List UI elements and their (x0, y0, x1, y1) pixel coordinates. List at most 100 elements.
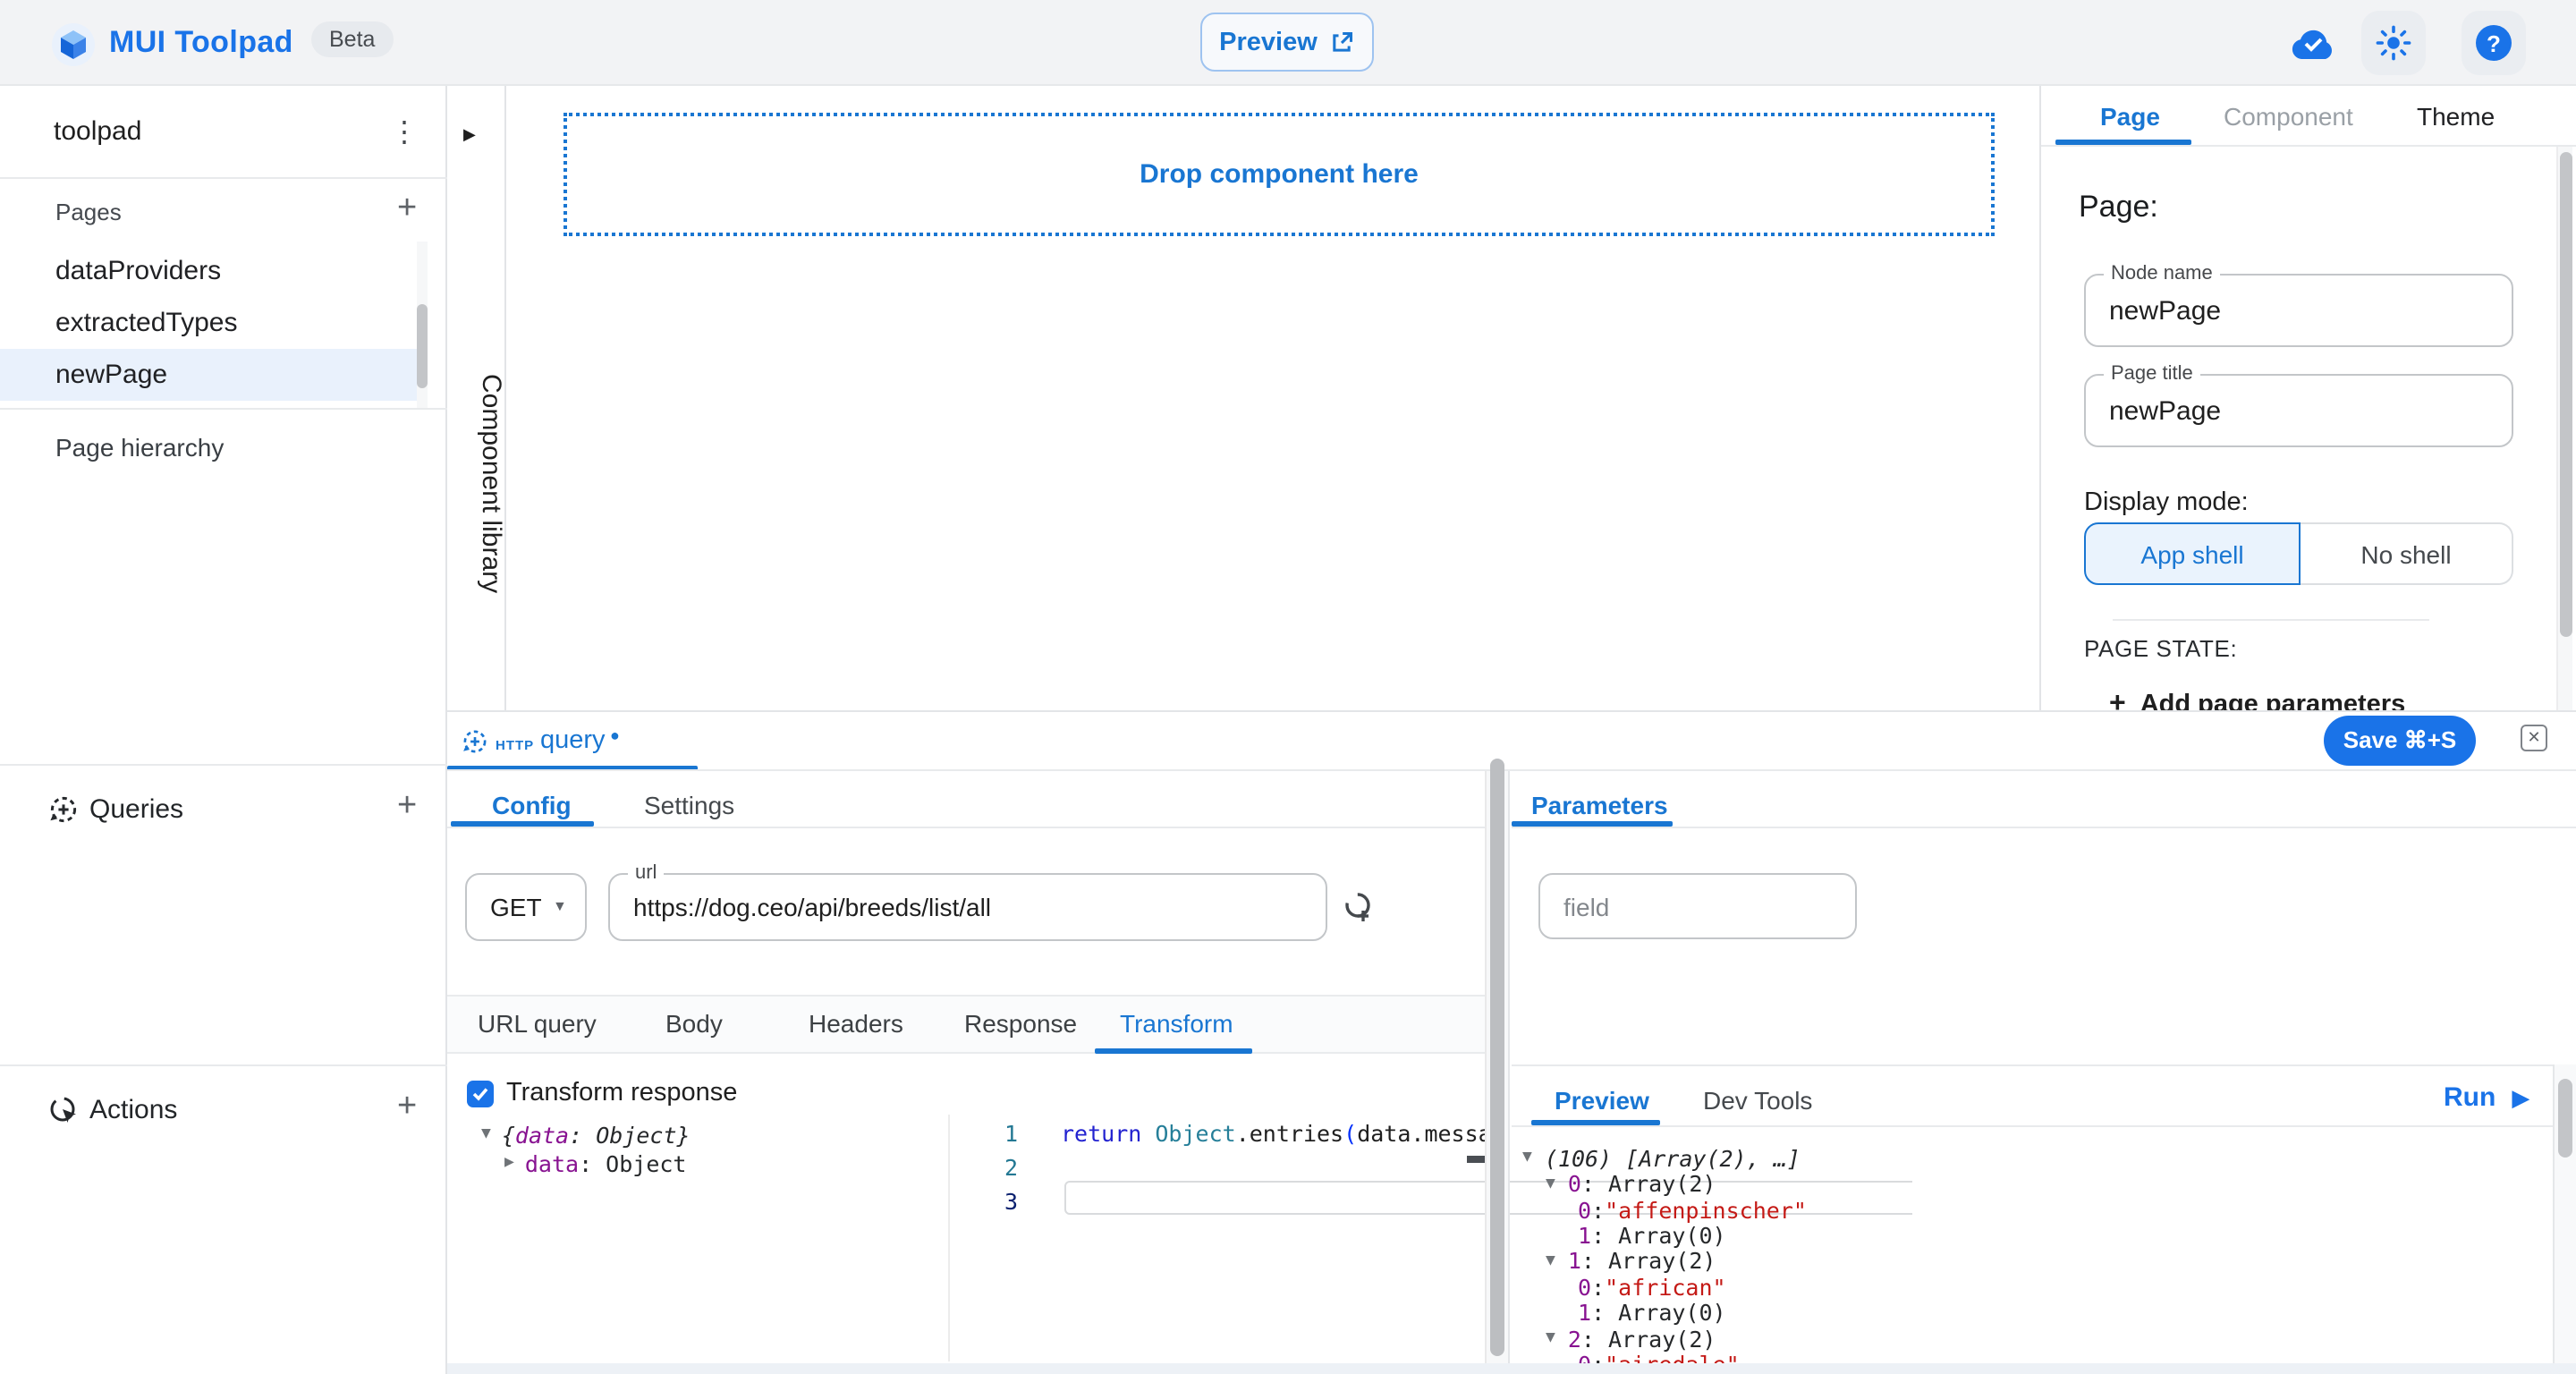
tab-settings[interactable]: Settings (644, 791, 734, 819)
page-canvas: Drop component here (506, 86, 2039, 710)
preview-button[interactable]: Preview (1200, 13, 1374, 72)
page-item-label: newPage (55, 360, 167, 390)
code-keyword: return (1061, 1120, 1155, 1147)
page-title-label: Page title (2104, 363, 2200, 385)
pages-scrollbar-thumb[interactable] (417, 304, 428, 388)
close-panel-icon[interactable]: ✕ (2521, 725, 2547, 751)
code-member: .entries (1236, 1120, 1343, 1147)
node-name-field[interactable]: Node name newPage (2084, 274, 2513, 347)
tree-open-icon: ▼ (481, 1125, 491, 1143)
json-root-row[interactable]: ▼ (106) [Array(2), …] (1522, 1145, 1801, 1170)
parameter-field-placeholder: field (1563, 892, 1609, 920)
expand-panel-arrow-icon[interactable]: ▶ (463, 125, 476, 145)
page-hierarchy-label[interactable]: Page hierarchy (55, 433, 224, 462)
add-page-parameters-button[interactable]: + Add page parameters (2109, 687, 2405, 710)
json-row[interactable]: 1: Array(0) (1578, 1300, 1726, 1325)
tab-dev-tools[interactable]: Dev Tools (1703, 1086, 1812, 1115)
theme-toggle-button[interactable] (2361, 11, 2426, 75)
sidebar-item-extractedTypes[interactable]: extractedTypes (0, 297, 422, 349)
json-key: 2 (1568, 1325, 1581, 1352)
method-select[interactable]: GET ▼ (465, 873, 587, 941)
run-button[interactable]: Run ▶ (2444, 1082, 2529, 1113)
json-value: : Array(0) (1591, 1221, 1726, 1248)
cloud-synced-icon[interactable] (2290, 27, 2336, 61)
add-binding-link-icon[interactable] (1342, 889, 1376, 923)
code-line-1: return Object.entries(data.messag (1061, 1120, 1505, 1147)
http-protocol-label: HTTP (496, 737, 534, 753)
preview-scrollbar-thumb[interactable] (2558, 1079, 2572, 1158)
light-mode-sun-icon (2376, 25, 2411, 61)
json-key: 0 (1578, 1273, 1591, 1300)
inspector-scrollbar-thumb[interactable] (2559, 152, 2572, 637)
add-query-button[interactable]: + (397, 789, 417, 823)
dropzone[interactable]: Drop component here (564, 113, 1995, 236)
tab-parameters[interactable]: Parameters (1531, 791, 1668, 819)
json-row[interactable]: 1: Array(0) (1578, 1222, 1726, 1247)
tree-open-icon: ▼ (1546, 1329, 1555, 1347)
help-icon: ? (2476, 25, 2512, 61)
app-shell-label: App shell (2140, 539, 2243, 568)
http-query-icon (462, 728, 488, 755)
tab-theme[interactable]: Theme (2417, 102, 2495, 131)
tab-preview[interactable]: Preview (1555, 1086, 1649, 1115)
no-shell-label: No shell (2360, 539, 2451, 568)
editor-scrollbar-thumb[interactable] (1490, 759, 1504, 1356)
line-number-3: 3 (989, 1188, 1018, 1215)
tree-value: : Object} (569, 1121, 690, 1148)
transform-response-checkbox[interactable] (467, 1081, 494, 1107)
page-item-label: dataProviders (55, 256, 221, 286)
page-title-value: newPage (2109, 395, 2221, 426)
tab-headers[interactable]: Headers (809, 1009, 903, 1038)
unsaved-changes-dot: ● (610, 726, 620, 744)
scope-tree-root[interactable]: ▼ {data: Object} (481, 1122, 691, 1147)
panel-bottom-edge (447, 1363, 2576, 1374)
actions-section-label: Actions (89, 1095, 177, 1125)
queries-section-label: Queries (89, 794, 183, 825)
tab-response[interactable]: Response (964, 1009, 1077, 1038)
project-menu-kebab-icon[interactable]: ⋮ (383, 111, 426, 154)
tree-brace: { (502, 1121, 515, 1148)
app: MUI Toolpad Beta Preview (0, 0, 2576, 1374)
add-page-button[interactable]: + (397, 191, 417, 225)
add-action-button[interactable]: + (397, 1090, 417, 1124)
toolpad-logo (52, 23, 95, 66)
tab-body[interactable]: Body (665, 1009, 723, 1038)
run-arrow-icon: ▶ (2512, 1083, 2529, 1112)
json-row[interactable]: 0: "affenpinscher" (1578, 1197, 1807, 1222)
tab-url-query[interactable]: URL query (478, 1009, 597, 1038)
url-field[interactable]: url https://dog.ceo/api/breeds/list/all (608, 873, 1327, 941)
explorer-sidebar: toolpad ⋮ Pages + dataProviders extracte… (0, 86, 447, 1374)
tab-page[interactable]: Page (2100, 102, 2160, 131)
json-key: 0 (1578, 1196, 1591, 1223)
tab-config[interactable]: Config (492, 791, 572, 819)
component-library-strip[interactable]: ▶ Component library (447, 86, 506, 710)
query-editor-panel: HTTP query ● Save ⌘+S ✕ Config Settings … (447, 710, 2576, 1374)
display-mode-no-shell[interactable]: No shell (2301, 522, 2513, 585)
display-mode-app-shell[interactable]: App shell (2084, 522, 2301, 585)
help-button[interactable]: ? (2462, 11, 2526, 75)
json-row[interactable]: ▼ 1: Array(2) (1546, 1248, 1716, 1273)
scope-tree-child[interactable]: ▶ data: Object (504, 1150, 687, 1175)
json-colon: : (1591, 1273, 1605, 1300)
json-key: 1 (1578, 1221, 1591, 1248)
query-tab-label[interactable]: query (540, 726, 606, 755)
save-button-label: Save ⌘+S (2343, 726, 2457, 755)
transform-response-label: Transform response (506, 1079, 737, 1107)
method-value: GET (490, 893, 542, 921)
tab-component[interactable]: Component (2224, 102, 2353, 131)
app-header: MUI Toolpad Beta Preview (0, 0, 2576, 86)
queries-icon (48, 794, 79, 825)
save-button[interactable]: Save ⌘+S (2324, 716, 2476, 766)
inspector-heading: Page: (2079, 190, 2158, 225)
select-caret-icon: ▼ (553, 898, 567, 914)
plus-icon: + (2109, 689, 2126, 710)
page-title-field[interactable]: Page title newPage (2084, 374, 2513, 447)
tab-transform[interactable]: Transform (1120, 1009, 1233, 1038)
sidebar-item-newPage[interactable]: newPage (0, 349, 422, 401)
sidebar-item-dataProviders[interactable]: dataProviders (0, 245, 422, 297)
json-key: 1 (1578, 1299, 1591, 1326)
json-row[interactable]: ▼ 2: Array(2) (1546, 1326, 1716, 1351)
parameter-field-input[interactable]: field (1538, 873, 1857, 939)
json-row[interactable]: 0: "african" (1578, 1274, 1726, 1299)
json-row[interactable]: ▼ 0: Array(2) (1546, 1171, 1716, 1196)
